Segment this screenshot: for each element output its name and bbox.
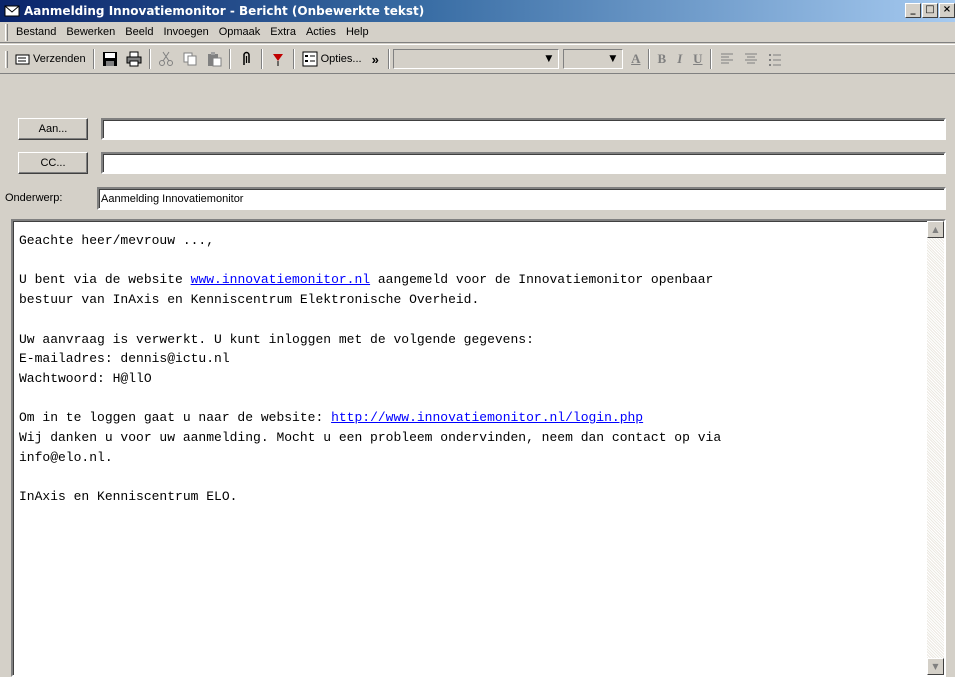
font-family-combo[interactable]: ▼ <box>392 49 559 69</box>
underline-button[interactable]: U <box>689 50 707 68</box>
chevron-down-icon[interactable]: ▼ <box>606 52 620 66</box>
toolbar-separator <box>260 49 263 69</box>
chevron-down-icon[interactable]: ▼ <box>542 52 556 66</box>
toolbar-grip[interactable] <box>5 50 8 68</box>
options-button[interactable]: Opties... <box>298 48 366 70</box>
body-text: Wij danken u voor uw aanmelding. Mocht u… <box>19 430 722 446</box>
flag-button[interactable] <box>266 48 290 70</box>
minimize-button[interactable]: _ <box>905 3 921 18</box>
align-left-button[interactable] <box>715 48 739 70</box>
cc-button[interactable]: CC... <box>18 152 88 174</box>
paperclip-icon <box>242 51 250 65</box>
subject-value: Aanmelding Innovatiemonitor <box>101 193 244 205</box>
align-left-icon <box>720 53 733 64</box>
options-label: Opties... <box>320 53 362 65</box>
window-title: Aanmelding Innovatiemonitor - Bericht (O… <box>24 4 425 18</box>
vertical-scrollbar[interactable]: ▲ ▼ <box>927 221 944 675</box>
menu-grip[interactable] <box>5 23 8 41</box>
toolbar-separator <box>92 49 95 69</box>
menu-opmaak[interactable]: Opmaak <box>214 26 266 38</box>
align-center-icon <box>744 53 757 64</box>
print-button[interactable] <box>122 48 146 70</box>
body-text: U bent via de website <box>19 272 191 288</box>
italic-button[interactable]: I <box>671 50 689 68</box>
send-button[interactable]: Verzenden <box>11 48 90 70</box>
to-button-label: Aan... <box>38 123 68 135</box>
signature: InAxis en Kenniscentrum ELO. <box>19 489 238 505</box>
scroll-down-button[interactable]: ▼ <box>927 658 944 675</box>
to-field[interactable] <box>101 118 946 140</box>
paste-clipboard-icon <box>207 52 222 67</box>
cc-button-label: CC... <box>40 157 66 169</box>
toolbar-separator <box>292 49 295 69</box>
bold-icon: B <box>657 51 667 66</box>
body-text: bestuur van InAxis en Kenniscentrum Elek… <box>19 292 480 308</box>
greeting-line: Geachte heer/mevrouw ..., <box>19 233 215 248</box>
body-text: Uw aanvraag is verwerkt. U kunt inloggen… <box>19 331 534 347</box>
options-list-icon <box>302 51 318 67</box>
menu-acties[interactable]: Acties <box>301 26 341 38</box>
email-line: E-mailadres: dennis@ictu.nl <box>19 351 230 367</box>
message-text[interactable]: Geachte heer/mevrouw ..., U bent via de … <box>19 231 924 507</box>
bullet-list-icon <box>768 54 781 66</box>
font-size-combo[interactable]: ▼ <box>562 49 623 69</box>
flag-icon <box>272 54 283 66</box>
send-label: Verzenden <box>33 53 86 65</box>
scroll-up-button[interactable]: ▲ <box>927 221 944 238</box>
font-color-icon: A <box>631 51 641 66</box>
body-text: info@elo.nl. <box>19 449 113 465</box>
align-center-button[interactable] <box>739 48 763 70</box>
message-body[interactable]: Geachte heer/mevrouw ..., U bent via de … <box>11 219 946 677</box>
toolbar-separator <box>709 49 712 69</box>
toolbar-separator <box>228 49 231 69</box>
toolbar-overflow-button[interactable]: » <box>366 48 385 70</box>
copy-button[interactable] <box>178 48 202 70</box>
chevron-double-right-icon: » <box>371 51 379 67</box>
italic-icon: I <box>677 51 683 66</box>
menu-bestand[interactable]: Bestand <box>11 26 61 38</box>
save-disk-icon <box>102 52 117 66</box>
body-text: aangemeld voor de Innovatiemonitor openb… <box>370 272 714 288</box>
scissors-icon <box>158 51 173 66</box>
menu-beeld[interactable]: Beeld <box>120 26 158 38</box>
menu-bar: Bestand Bewerken Beeld Invoegen Opmaak E… <box>0 22 955 43</box>
underline-icon: U <box>693 51 703 66</box>
subject-label: Onderwerp: <box>5 192 63 204</box>
bullets-button[interactable] <box>763 48 787 70</box>
login-link[interactable]: http://www.innovatiemonitor.nl/login.php <box>331 410 643 425</box>
toolbar-separator <box>148 49 151 69</box>
body-text: Om in te loggen gaat u naar de website: <box>19 410 332 426</box>
printer-icon <box>126 51 142 67</box>
attach-button[interactable] <box>234 48 258 70</box>
to-button[interactable]: Aan... <box>18 118 88 140</box>
subject-field[interactable]: Aanmelding Innovatiemonitor <box>97 187 946 210</box>
save-button[interactable] <box>98 48 122 70</box>
bold-button[interactable]: B <box>653 50 671 68</box>
website-link[interactable]: www.innovatiemonitor.nl <box>191 272 370 287</box>
menu-help[interactable]: Help <box>341 26 374 38</box>
title-bar[interactable]: Aanmelding Innovatiemonitor - Bericht (O… <box>0 0 955 22</box>
toolbar-separator <box>647 49 650 69</box>
menu-bewerken[interactable]: Bewerken <box>61 26 120 38</box>
menu-extra[interactable]: Extra <box>265 26 301 38</box>
send-icon <box>15 54 30 65</box>
font-color-button[interactable]: A <box>627 50 645 68</box>
password-line: Wachtwoord: H@llO <box>19 370 152 386</box>
maximize-button[interactable]: □ <box>922 3 938 18</box>
toolbar: Verzenden Opties... » ▼ ▼ A B I U <box>0 44 955 74</box>
mail-envelope-icon <box>4 5 20 17</box>
paste-button[interactable] <box>202 48 226 70</box>
menu-invoegen[interactable]: Invoegen <box>158 26 213 38</box>
close-button[interactable]: × <box>939 3 955 18</box>
toolbar-separator <box>387 49 390 69</box>
cut-button[interactable] <box>154 48 178 70</box>
copy-icon <box>183 52 197 66</box>
cc-field[interactable] <box>101 152 946 174</box>
